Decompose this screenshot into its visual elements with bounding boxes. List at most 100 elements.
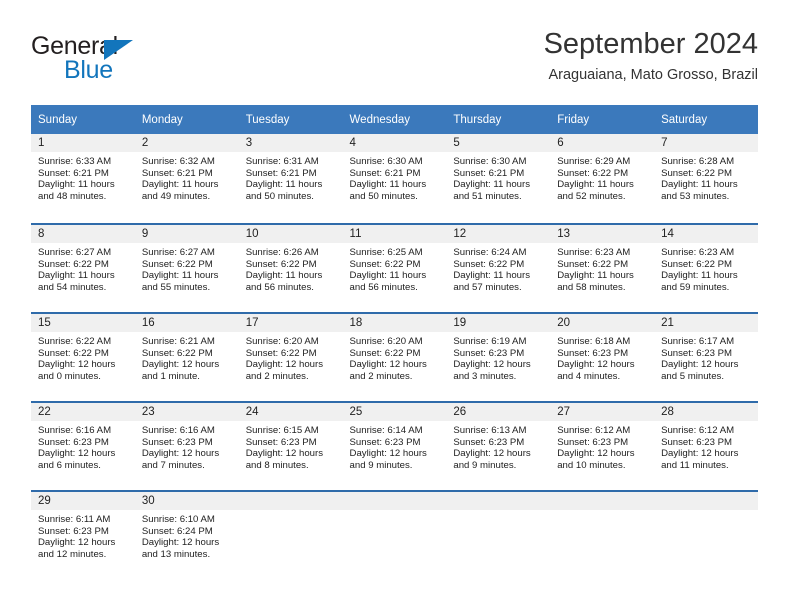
calendar-day-cell[interactable]: 15 Sunrise: 6:22 AM Sunset: 6:22 PM Dayligh…	[31, 312, 135, 401]
day-details: Sunrise: 6:14 AM Sunset: 6:23 PM Daylight:…	[343, 421, 447, 471]
day-sunset-line: Sunset: 6:21 PM	[349, 167, 421, 179]
calendar-day-cell[interactable]: 24 Sunrise: 6:15 AM Sunset: 6:23 PM Dayligh…	[238, 401, 343, 490]
day-details: Sunrise: 6:30 AM Sunset: 6:21 PM Daylight:…	[446, 152, 550, 202]
calendar-day-cell[interactable]: 17 Sunrise: 6:20 AM Sunset: 6:22 PM Dayligh…	[238, 312, 343, 401]
day-daylight-line: Daylight: 11 hours	[349, 270, 427, 282]
day-daylight-line: Daylight: 12 hours	[38, 537, 116, 549]
calendar-day-cell[interactable]: 13 Sunrise: 6:23 AM Sunset: 6:22 PM Dayligh…	[550, 223, 655, 312]
day-sunrise-line: Sunrise: 6:24 AM	[453, 247, 527, 258]
day-daylight-line: Daylight: 11 hours	[245, 179, 323, 191]
calendar-day-inner: 29 Sunrise: 6:11 AM Sunset: 6:23 PM Dayligh…	[31, 490, 135, 579]
day-sunrise-line: Sunrise: 6:26 AM	[245, 247, 319, 258]
day-number: 9	[134, 225, 239, 243]
day-details	[239, 510, 343, 514]
calendar-day-cell[interactable]: 22 Sunrise: 6:16 AM Sunset: 6:23 PM Dayligh…	[31, 401, 135, 490]
day-details	[550, 510, 654, 514]
calendar-day-inner: 17 Sunrise: 6:20 AM Sunset: 6:22 PM Dayligh…	[238, 312, 343, 401]
calendar-day-cell-empty	[446, 490, 551, 579]
calendar-day-cell[interactable]: 11 Sunrise: 6:25 AM Sunset: 6:22 PM Dayligh…	[342, 223, 447, 312]
calendar-day-cell[interactable]: 23 Sunrise: 6:16 AM Sunset: 6:23 PM Dayligh…	[134, 401, 239, 490]
calendar-day-cell[interactable]: 6 Sunrise: 6:29 AM Sunset: 6:22 PM Daylight…	[550, 134, 655, 223]
calendar-day-inner: 1 Sunrise: 6:33 AM Sunset: 6:21 PM Daylight…	[31, 134, 135, 223]
calendar-day-cell[interactable]: 30 Sunrise: 6:10 AM Sunset: 6:24 PM Dayligh…	[134, 490, 239, 579]
calendar-day-cell[interactable]: 1 Sunrise: 6:33 AM Sunset: 6:21 PM Daylight…	[31, 134, 135, 223]
calendar-day-cell[interactable]: 9 Sunrise: 6:27 AM Sunset: 6:22 PM Daylight…	[134, 223, 239, 312]
calendar-day-cell[interactable]: 2 Sunrise: 6:32 AM Sunset: 6:21 PM Daylight…	[134, 134, 239, 223]
calendar-day-cell[interactable]: 25 Sunrise: 6:14 AM Sunset: 6:23 PM Dayligh…	[342, 401, 447, 490]
calendar-day-cell[interactable]: 7 Sunrise: 6:28 AM Sunset: 6:22 PM Daylight…	[654, 134, 758, 223]
calendar-day-inner: 20 Sunrise: 6:18 AM Sunset: 6:23 PM Dayligh…	[550, 312, 655, 401]
day-sunset-line: Sunset: 6:23 PM	[38, 436, 109, 448]
calendar-day-inner	[238, 490, 343, 579]
calendar-day-cell[interactable]: 16 Sunrise: 6:21 AM Sunset: 6:22 PM Dayligh…	[134, 312, 239, 401]
day-sunset-line: Sunset: 6:23 PM	[245, 436, 317, 448]
day-daylight-line: and 59 minutes.	[661, 281, 730, 293]
day-sunrise-line: Sunrise: 6:16 AM	[141, 425, 215, 436]
day-sunrise-line: Sunrise: 6:32 AM	[141, 156, 215, 167]
day-daylight-line: Daylight: 11 hours	[453, 270, 530, 282]
calendar-day-inner: 16 Sunrise: 6:21 AM Sunset: 6:22 PM Dayligh…	[134, 312, 239, 401]
day-sunset-line: Sunset: 6:23 PM	[557, 347, 629, 359]
weekday-header-tuesday: Tuesday	[238, 105, 343, 134]
calendar-day-cell[interactable]: 27 Sunrise: 6:12 AM Sunset: 6:23 PM Dayligh…	[550, 401, 655, 490]
day-sunrise-line: Sunrise: 6:15 AM	[245, 425, 319, 436]
calendar-day-inner: 23 Sunrise: 6:16 AM Sunset: 6:23 PM Dayligh…	[134, 401, 239, 490]
day-details: Sunrise: 6:28 AM Sunset: 6:22 PM Daylight:…	[654, 152, 758, 202]
calendar-day-cell[interactable]: 4 Sunrise: 6:30 AM Sunset: 6:21 PM Daylight…	[342, 134, 447, 223]
day-sunset-line: Sunset: 6:23 PM	[661, 436, 732, 448]
day-details	[654, 510, 758, 514]
day-daylight-line: and 49 minutes.	[141, 190, 211, 202]
calendar-day-cell[interactable]: 26 Sunrise: 6:13 AM Sunset: 6:23 PM Dayligh…	[446, 401, 551, 490]
calendar-day-cell[interactable]: 29 Sunrise: 6:11 AM Sunset: 6:23 PM Dayligh…	[31, 490, 135, 579]
day-details: Sunrise: 6:26 AM Sunset: 6:22 PM Daylight:…	[239, 243, 343, 293]
calendar-day-inner: 19 Sunrise: 6:19 AM Sunset: 6:23 PM Dayligh…	[446, 312, 551, 401]
calendar-day-inner: 2 Sunrise: 6:32 AM Sunset: 6:21 PM Daylight…	[134, 134, 239, 223]
day-daylight-line: and 55 minutes.	[141, 281, 211, 293]
calendar-day-inner: 25 Sunrise: 6:14 AM Sunset: 6:23 PM Dayligh…	[342, 401, 447, 490]
day-sunrise-line: Sunrise: 6:22 AM	[38, 336, 112, 347]
calendar-day-cell[interactable]: 12 Sunrise: 6:24 AM Sunset: 6:22 PM Dayligh…	[446, 223, 551, 312]
day-sunset-line: Sunset: 6:23 PM	[349, 436, 421, 448]
day-daylight-line: and 50 minutes.	[349, 190, 418, 202]
calendar-day-cell[interactable]: 8 Sunrise: 6:27 AM Sunset: 6:22 PM Daylight…	[31, 223, 135, 312]
calendar-day-inner	[550, 490, 655, 579]
calendar-week-row: 1 Sunrise: 6:33 AM Sunset: 6:21 PM Daylight…	[31, 134, 758, 223]
day-sunrise-line: Sunrise: 6:23 AM	[661, 247, 735, 258]
day-daylight-line: Daylight: 12 hours	[38, 448, 116, 460]
calendar-day-cell[interactable]: 14 Sunrise: 6:23 AM Sunset: 6:22 PM Dayligh…	[654, 223, 758, 312]
calendar-day-cell[interactable]: 18 Sunrise: 6:20 AM Sunset: 6:22 PM Dayligh…	[342, 312, 447, 401]
calendar-day-cell[interactable]: 10 Sunrise: 6:26 AM Sunset: 6:22 PM Dayligh…	[238, 223, 343, 312]
day-number: 5	[446, 134, 551, 152]
day-sunset-line: Sunset: 6:22 PM	[661, 167, 732, 179]
calendar-day-inner: 28 Sunrise: 6:12 AM Sunset: 6:23 PM Dayligh…	[654, 401, 758, 490]
day-details: Sunrise: 6:16 AM Sunset: 6:23 PM Daylight:…	[135, 421, 239, 471]
day-daylight-line: and 5 minutes.	[661, 370, 724, 382]
calendar-day-cell[interactable]: 21 Sunrise: 6:17 AM Sunset: 6:23 PM Dayligh…	[654, 312, 758, 401]
day-daylight-line: Daylight: 11 hours	[453, 179, 530, 191]
day-details: Sunrise: 6:32 AM Sunset: 6:21 PM Daylight:…	[135, 152, 239, 202]
day-details: Sunrise: 6:27 AM Sunset: 6:22 PM Daylight:…	[135, 243, 239, 293]
day-sunset-line: Sunset: 6:22 PM	[38, 258, 109, 270]
day-sunrise-line: Sunrise: 6:28 AM	[661, 156, 735, 167]
weekday-header-friday: Friday	[550, 105, 655, 134]
day-number: 24	[238, 403, 343, 421]
day-daylight-line: and 51 minutes.	[453, 190, 522, 202]
day-number	[342, 492, 447, 510]
calendar-day-inner: 24 Sunrise: 6:15 AM Sunset: 6:23 PM Dayligh…	[238, 401, 343, 490]
day-number: 18	[342, 314, 447, 332]
day-daylight-line: Daylight: 11 hours	[661, 179, 738, 191]
calendar-day-inner	[654, 490, 758, 579]
calendar-day-inner: 21 Sunrise: 6:17 AM Sunset: 6:23 PM Dayligh…	[654, 312, 758, 401]
calendar-day-cell[interactable]: 5 Sunrise: 6:30 AM Sunset: 6:21 PM Daylight…	[446, 134, 551, 223]
calendar-day-cell[interactable]: 3 Sunrise: 6:31 AM Sunset: 6:21 PM Daylight…	[238, 134, 343, 223]
day-sunset-line: Sunset: 6:24 PM	[141, 525, 213, 537]
day-sunrise-line: Sunrise: 6:10 AM	[141, 514, 215, 525]
day-details: Sunrise: 6:12 AM Sunset: 6:23 PM Daylight:…	[654, 421, 758, 471]
day-sunrise-line: Sunrise: 6:20 AM	[349, 336, 423, 347]
calendar-day-cell[interactable]: 19 Sunrise: 6:19 AM Sunset: 6:23 PM Dayligh…	[446, 312, 551, 401]
day-sunrise-line: Sunrise: 6:16 AM	[38, 425, 112, 436]
day-daylight-line: Daylight: 12 hours	[141, 537, 220, 549]
calendar-day-cell[interactable]: 28 Sunrise: 6:12 AM Sunset: 6:23 PM Dayligh…	[654, 401, 758, 490]
calendar-day-cell[interactable]: 20 Sunrise: 6:18 AM Sunset: 6:23 PM Dayligh…	[550, 312, 655, 401]
day-number: 27	[550, 403, 655, 421]
